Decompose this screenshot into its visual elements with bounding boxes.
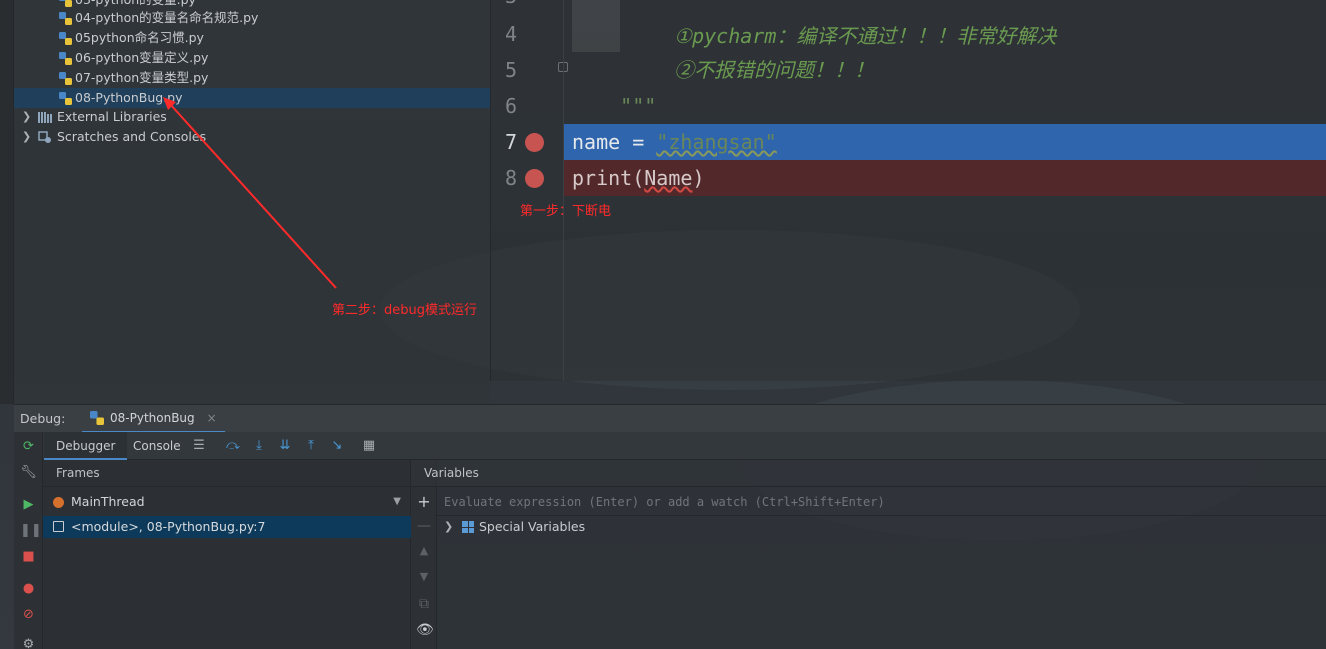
debug-session-label: 08-PythonBug	[110, 411, 195, 425]
evaluate-expression-icon[interactable]: ▦	[361, 438, 377, 454]
variables-panel: Variables ❯ Special Variables	[411, 460, 1326, 649]
python-file-icon	[59, 92, 72, 105]
line-number: 3	[491, 0, 517, 8]
python-file-icon	[59, 72, 72, 85]
variables-action-bar: + — ▲ ▼ ⧉ 👁︎	[411, 460, 437, 649]
execution-line[interactable]: name = "zhangsan"	[564, 124, 1326, 160]
docstring-quote: """	[620, 94, 657, 118]
rerun-icon[interactable]: ⟳	[20, 438, 37, 455]
thread-name: MainThread	[71, 494, 145, 509]
variables-header: Variables	[411, 460, 1326, 487]
line-number: 7	[504, 130, 517, 154]
evaluate-expression-input[interactable]	[437, 488, 1326, 516]
debug-title: Debug:	[20, 411, 66, 426]
code-string: "zhangsan"	[656, 130, 777, 154]
tree-item-file[interactable]: 04-python的变量名命名规范.py	[14, 8, 490, 28]
frames-header: Frames	[43, 460, 411, 487]
python-file-icon	[59, 12, 72, 25]
annotation-step-1: 第一步：下断电	[520, 204, 612, 219]
tree-item-external-libraries[interactable]: ❯ External Libraries	[14, 107, 490, 127]
add-watch-icon[interactable]: +	[416, 492, 432, 511]
close-icon[interactable]: ×	[207, 411, 217, 425]
variable-tree-item[interactable]: ❯ Special Variables	[437, 516, 1326, 538]
library-icon	[38, 112, 52, 123]
mute-breakpoints-icon[interactable]: ⊘	[20, 606, 37, 623]
line-number: 8	[504, 166, 517, 190]
breakpoint-icon[interactable]	[525, 133, 544, 152]
tree-item-label: Scratches and Consoles	[57, 129, 207, 144]
tree-item-label: 07-python变量类型.py	[75, 70, 209, 85]
stop-icon[interactable]: ■	[20, 548, 37, 565]
tree-item-label: 08-PythonBug.py	[75, 90, 183, 105]
thread-selector[interactable]: MainThread ▼	[43, 489, 411, 515]
move-down-icon[interactable]: ▼	[416, 570, 432, 583]
python-file-icon	[59, 32, 72, 45]
step-over-icon[interactable]: ⤼	[225, 438, 241, 454]
tree-item-label: 06-python变量定义.py	[75, 50, 209, 65]
step-into-icon[interactable]: ⤓	[251, 438, 267, 454]
settings-wrench-icon[interactable]: 🔧︎	[20, 464, 37, 481]
chevron-down-icon[interactable]: ▼	[393, 489, 401, 515]
tree-item-file[interactable]: 07-python变量类型.py	[14, 68, 490, 88]
editor-gutter[interactable]: 3 4 5 6 7 8	[491, 0, 568, 381]
run-to-cursor-icon[interactable]: ↘	[329, 438, 345, 454]
project-tree: 03-python的变量.py 04-python的变量名命名规范.py 05p…	[14, 0, 490, 404]
frame-icon	[53, 521, 64, 532]
tree-item-scratches[interactable]: ❯ Scratches and Consoles	[14, 127, 490, 147]
python-file-icon	[59, 52, 72, 65]
remove-watch-icon[interactable]: —	[416, 518, 432, 534]
python-icon	[90, 411, 104, 425]
pause-icon[interactable]: ❚❚	[20, 522, 42, 539]
tab-debugger[interactable]: Debugger	[44, 432, 128, 460]
chevron-right-icon[interactable]: ❯	[444, 516, 453, 538]
menu-icon[interactable]: ☰	[191, 438, 207, 454]
code-editor[interactable]: 3 4 5 6 7 8 ①pycharm：编译不通过！！！非常好解决 ②不报错的…	[490, 0, 1326, 381]
stack-frame-label: <module>, 08-PythonBug.py:7	[71, 519, 266, 534]
code-line[interactable]: ②不报错的问题！！！	[564, 16, 1326, 82]
debug-session-tab[interactable]: 08-PythonBug ×	[82, 405, 225, 433]
special-variables-icon	[462, 521, 474, 533]
chevron-right-icon[interactable]: ❯	[22, 107, 31, 127]
resume-icon[interactable]: ▶	[20, 496, 37, 513]
copy-icon[interactable]: ⧉	[416, 596, 432, 612]
eye-icon[interactable]: 👁︎	[416, 622, 434, 638]
tree-item-label: 05python命名习惯.py	[75, 30, 204, 45]
code-paren: )	[692, 166, 705, 190]
tree-item-file[interactable]: 05python命名习惯.py	[14, 28, 490, 48]
python-file-icon	[59, 0, 72, 7]
code-function: print	[572, 166, 633, 190]
scratches-icon	[38, 131, 51, 143]
line-number: 4	[504, 22, 517, 46]
step-out-icon[interactable]: ⤒	[303, 438, 319, 454]
gear-icon[interactable]: ⚙	[20, 636, 37, 649]
code-line[interactable]: """	[564, 52, 1326, 118]
view-breakpoints-icon[interactable]: ●	[20, 580, 37, 597]
annotation-step-2: 第二步：debug模式运行	[332, 303, 477, 318]
breakpoint-icon[interactable]	[525, 169, 544, 188]
debugger-toolbar: Debugger Console ☰ ⤼ ⤓ ⇊ ⤒ ↘ ▦	[43, 432, 1326, 460]
step-into-my-code-icon[interactable]: ⇊	[277, 438, 293, 454]
code-operator: =	[620, 130, 657, 154]
tool-window-strip	[0, 0, 14, 404]
tree-item-file-selected[interactable]: 08-PythonBug.py	[14, 88, 490, 108]
tree-item-label: 04-python的变量名命名规范.py	[75, 10, 259, 25]
thread-status-icon	[53, 497, 64, 508]
line-number: 5	[504, 58, 517, 82]
tab-console[interactable]: Console	[121, 432, 193, 460]
variable-label: Special Variables	[479, 519, 586, 534]
tree-item-file[interactable]: 06-python变量定义.py	[14, 48, 490, 68]
tree-item-label: External Libraries	[57, 109, 167, 124]
chevron-right-icon[interactable]: ❯	[22, 127, 31, 147]
stack-frame-row[interactable]: <module>, 08-PythonBug.py:7	[43, 516, 411, 538]
move-up-icon[interactable]: ▲	[416, 544, 432, 557]
frames-panel: Frames MainThread ▼ <module>, 08-PythonB…	[43, 460, 411, 649]
breakpoint-line[interactable]: print(Name)	[564, 160, 1326, 196]
debug-action-bar: ⟳ 🔧︎ ▶ ❚❚ ■ ● ⊘ ⚙	[14, 432, 43, 649]
debug-tool-window-header: Debug: 08-PythonBug ×	[14, 404, 1326, 433]
code-identifier-error: Name	[644, 166, 693, 190]
code-paren: (	[632, 166, 645, 190]
line-number: 6	[504, 94, 517, 118]
code-identifier: name	[572, 130, 621, 154]
